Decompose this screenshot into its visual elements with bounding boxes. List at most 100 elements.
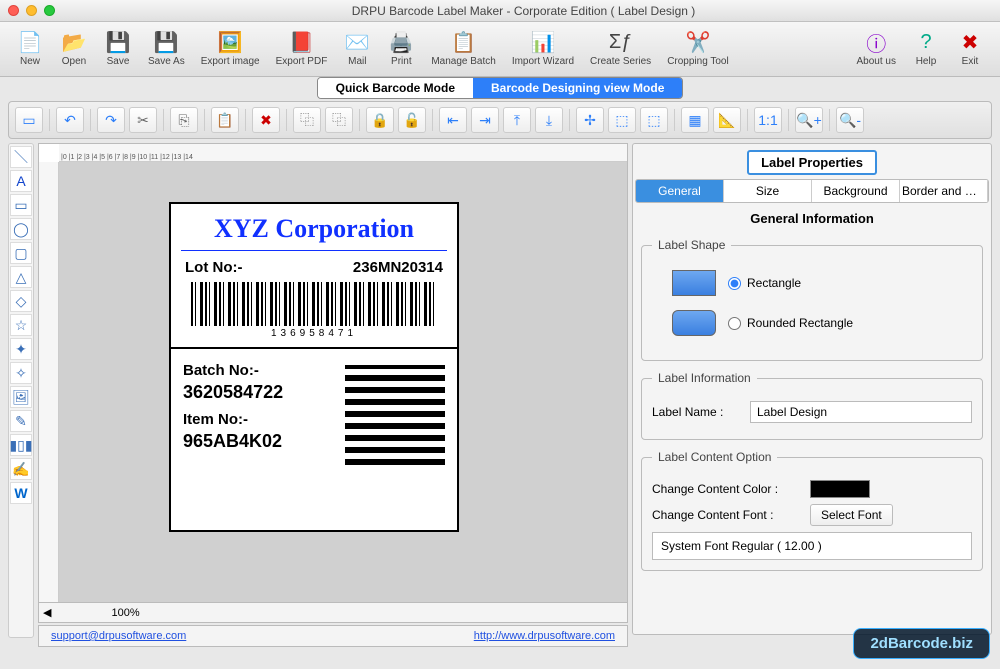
create-series-button[interactable]: ΣƒCreate Series — [582, 26, 659, 76]
copy-button[interactable]: ⎘ — [170, 107, 198, 133]
barcode-number: 136958471 — [171, 326, 457, 343]
text-tool[interactable]: A — [10, 170, 32, 192]
new-icon: 📄 — [16, 28, 44, 56]
manage-batch-button[interactable]: 📋Manage Batch — [423, 26, 504, 76]
label-name-input[interactable] — [750, 401, 972, 423]
cropping-tool-button[interactable]: ✂️Cropping Tool — [659, 26, 737, 76]
undo-button[interactable]: ↶ — [56, 107, 84, 133]
help-button[interactable]: ?Help — [904, 26, 948, 76]
canvas[interactable]: |0 |1 |2 |3 |4 |5 |6 |7 |8 |9 |10 |11 |1… — [38, 143, 628, 603]
section-heading: General Information — [635, 205, 989, 232]
zoom-level[interactable]: 100% — [111, 607, 139, 619]
designing-view-mode-tab[interactable]: Barcode Designing view Mode — [473, 78, 682, 98]
line-tool[interactable]: ＼ — [10, 146, 32, 168]
watermark: 2dBarcode.biz — [853, 628, 990, 659]
paste-button[interactable]: 📋 — [211, 107, 239, 133]
zoom-window-icon[interactable] — [44, 5, 55, 16]
edit-toolbar: ▭ ↶ ↷ ✂ ⎘ 📋 ✖ ⿻ ⿻ 🔒 🔓 ⇤ ⇥ ⤒ ⤓ ✢ ⬚ ⬚ ▦ 📐 … — [8, 101, 992, 139]
lot-label: Lot No:- — [185, 259, 242, 276]
distribute-v-button[interactable]: ⬚ — [640, 107, 668, 133]
ruler-horizontal: |0 |1 |2 |3 |4 |5 |6 |7 |8 |9 |10 |11 |1… — [59, 144, 627, 162]
tab-general[interactable]: General — [636, 180, 724, 202]
rounded-rectangle-radio[interactable]: Rounded Rectangle — [728, 316, 853, 330]
grid-button[interactable]: ▦ — [681, 107, 709, 133]
properties-title: Label Properties — [747, 150, 877, 175]
burst-tool[interactable]: ✦ — [10, 338, 32, 360]
content-color-label: Change Content Color : — [652, 482, 802, 496]
export-pdf-button[interactable]: 📕Export PDF — [268, 26, 336, 76]
zoom-out-button[interactable]: 🔍- — [836, 107, 864, 133]
quick-barcode-mode-tab[interactable]: Quick Barcode Mode — [318, 78, 473, 98]
duplicate-button[interactable]: ⿻ — [293, 107, 321, 133]
image-tool[interactable]: 🖼 — [10, 386, 32, 408]
pencil-tool[interactable]: ✎ — [10, 410, 32, 432]
exit-button[interactable]: ✖Exit — [948, 26, 992, 76]
properties-panel: Label Properties General Size Background… — [632, 143, 992, 635]
align-left-button[interactable]: ⇤ — [439, 107, 467, 133]
triangle-tool[interactable]: △ — [10, 266, 32, 288]
new-button[interactable]: 📄New — [8, 26, 52, 76]
exit-icon: ✖ — [956, 28, 984, 56]
rectangle-swatch-icon — [672, 270, 716, 296]
series-icon: Σƒ — [607, 28, 635, 56]
delete-button[interactable]: ✖ — [252, 107, 280, 133]
footer-links: support@drpusoftware.com http://www.drpu… — [38, 625, 628, 647]
arrow-tool[interactable]: ✧ — [10, 362, 32, 384]
mail-button[interactable]: ✉️Mail — [335, 26, 379, 76]
item-value: 965AB4K02 — [183, 431, 345, 452]
print-button[interactable]: 🖨️Print — [379, 26, 423, 76]
redo-button[interactable]: ↷ — [97, 107, 125, 133]
batch-value: 3620584722 — [183, 382, 345, 403]
save-icon: 💾 — [104, 28, 132, 56]
diamond-tool[interactable]: ◇ — [10, 290, 32, 312]
rounded-rect-tool[interactable]: ▢ — [10, 242, 32, 264]
star-tool[interactable]: ☆ — [10, 314, 32, 336]
ellipse-tool[interactable]: ◯ — [10, 218, 32, 240]
label-content-group: Label Content Option Change Content Colo… — [641, 450, 983, 571]
tab-size[interactable]: Size — [724, 180, 812, 202]
export-image-button[interactable]: 🖼️Export image — [193, 26, 268, 76]
properties-tabs: General Size Background Border and Wa... — [635, 179, 989, 203]
ruler-button[interactable]: 📐 — [713, 107, 741, 133]
mail-icon: ✉️ — [343, 28, 371, 56]
open-button[interactable]: 📂Open — [52, 26, 96, 76]
barcode-tool[interactable]: ▮▯▮ — [10, 434, 32, 456]
signature-tool[interactable]: ✍ — [10, 458, 32, 480]
clone-button[interactable]: ⿻ — [325, 107, 353, 133]
save-button[interactable]: 💾Save — [96, 26, 140, 76]
center-button[interactable]: ✢ — [576, 107, 604, 133]
actual-size-button[interactable]: 1:1 — [754, 107, 782, 133]
save-as-button[interactable]: 💾Save As — [140, 26, 193, 76]
select-font-button[interactable]: Select Font — [810, 504, 893, 526]
crop-icon: ✂️ — [684, 28, 712, 56]
company-name: XYZ Corporation — [181, 204, 447, 251]
tab-border[interactable]: Border and Wa... — [900, 180, 988, 202]
cut-button[interactable]: ✂ — [129, 107, 157, 133]
label-information-group: Label Information Label Name : — [641, 371, 983, 440]
distribute-h-button[interactable]: ⬚ — [608, 107, 636, 133]
import-icon: 📊 — [529, 28, 557, 56]
rect-tool[interactable]: ▭ — [10, 194, 32, 216]
align-bottom-button[interactable]: ⤓ — [535, 107, 563, 133]
align-top-button[interactable]: ⤒ — [503, 107, 531, 133]
print-icon: 🖨️ — [387, 28, 415, 56]
select-tool-button[interactable]: ▭ — [15, 107, 43, 133]
align-right-button[interactable]: ⇥ — [471, 107, 499, 133]
content-color-swatch[interactable] — [810, 480, 870, 498]
label-name-label: Label Name : — [652, 405, 742, 419]
close-window-icon[interactable] — [8, 5, 19, 16]
website-link[interactable]: http://www.drpusoftware.com — [474, 630, 615, 642]
datamatrix-icon — [345, 365, 445, 465]
minimize-window-icon[interactable] — [26, 5, 37, 16]
lock-button[interactable]: 🔒 — [366, 107, 394, 133]
label-preview[interactable]: XYZ Corporation Lot No:- 236MN20314 1369… — [169, 202, 459, 532]
import-wizard-button[interactable]: 📊Import Wizard — [504, 26, 582, 76]
help-icon: ? — [912, 28, 940, 56]
wordart-tool[interactable]: W — [10, 482, 32, 504]
tab-background[interactable]: Background — [812, 180, 900, 202]
support-email-link[interactable]: support@drpusoftware.com — [51, 630, 186, 642]
zoom-in-button[interactable]: 🔍+ — [795, 107, 823, 133]
unlock-button[interactable]: 🔓 — [398, 107, 426, 133]
rectangle-radio[interactable]: Rectangle — [728, 276, 801, 290]
about-button[interactable]: ⓘAbout us — [849, 26, 904, 76]
